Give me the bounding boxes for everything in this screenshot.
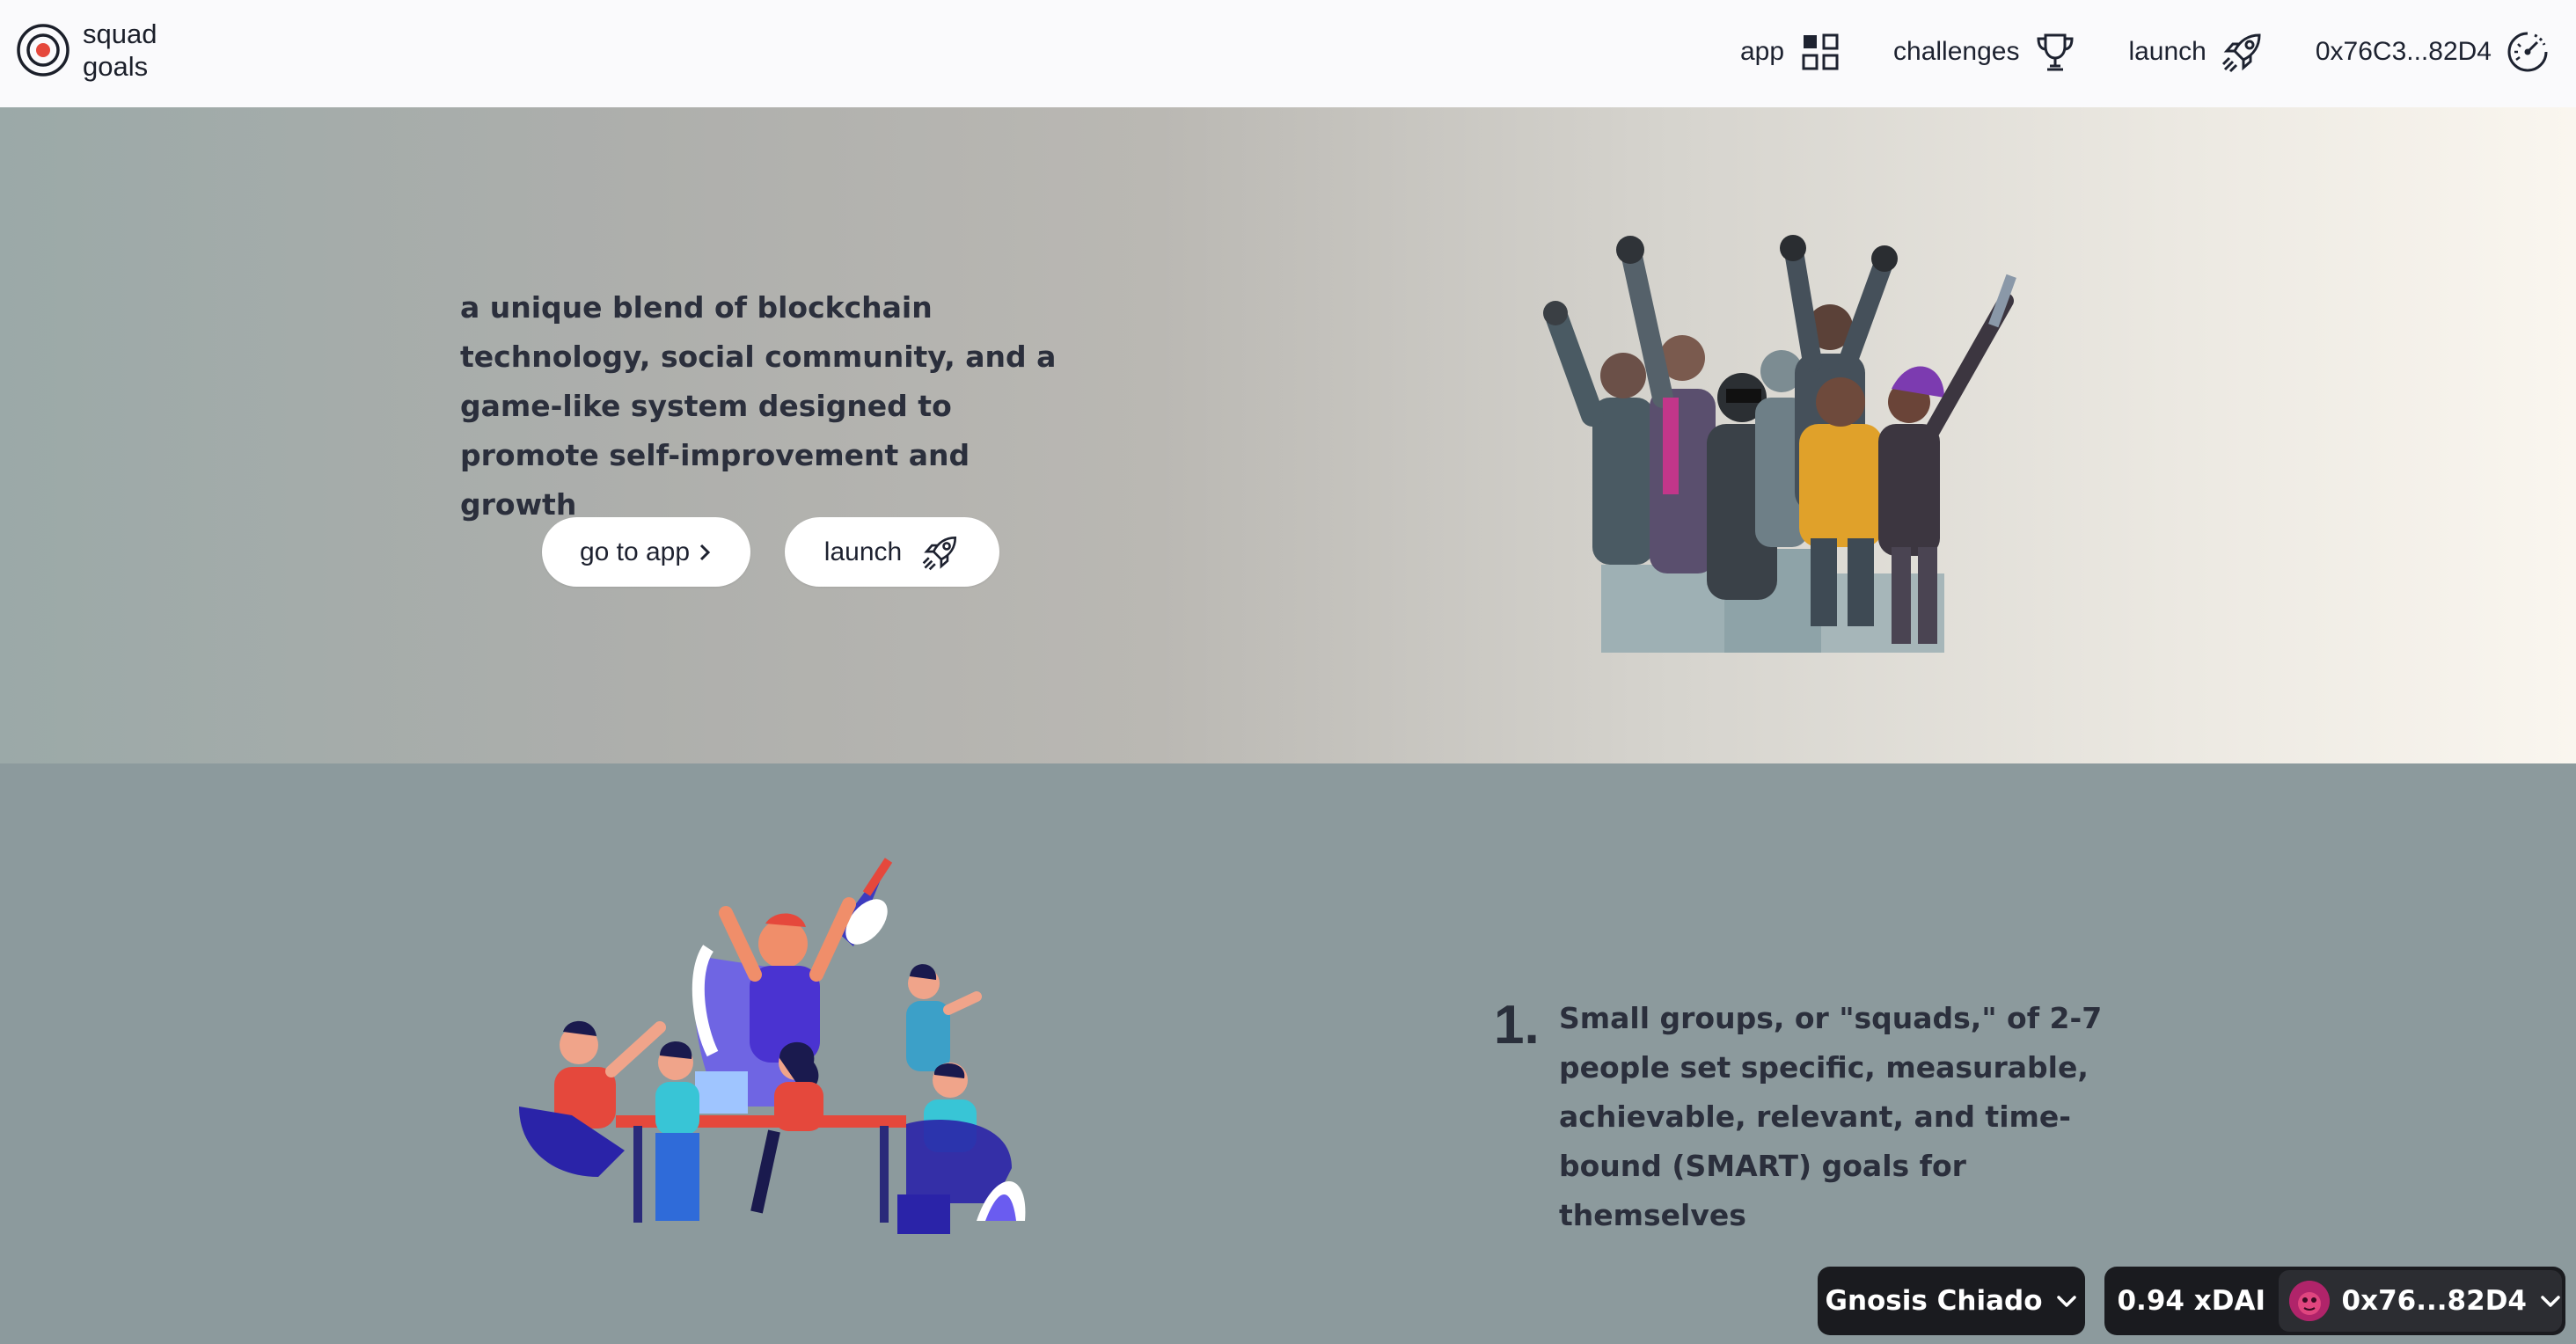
top-navbar: squad goals app challenges launch 0x76C3… xyxy=(0,0,2576,107)
go-to-app-button[interactable]: go to app xyxy=(542,517,750,587)
wallet-account-address: 0x76...82D4 xyxy=(2341,1285,2527,1317)
nav-item-label: launch xyxy=(2128,37,2206,66)
brand-name: squad goals xyxy=(83,18,157,83)
rocket-icon xyxy=(2221,30,2265,74)
hero-section: a unique blend of blockchain technology,… xyxy=(0,107,2576,763)
target-icon xyxy=(17,24,70,77)
wallet-widget: 0.94 xDAI 0x76...82D4 xyxy=(2104,1267,2565,1335)
hero-tagline: a unique blend of blockchain technology,… xyxy=(460,290,1057,522)
nav-item-account[interactable]: 0x76C3...82D4 xyxy=(2316,30,2550,74)
how-it-works-section: 1. Small groups, or "squads," of 2-7 peo… xyxy=(0,763,2576,1344)
avatar xyxy=(2288,1281,2330,1321)
chevron-down-icon xyxy=(2541,1296,2560,1307)
nav-item-label: challenges xyxy=(1893,37,2020,66)
brand-line-2: goals xyxy=(83,51,149,82)
brand-home-link[interactable]: squad goals xyxy=(16,18,157,83)
step-description: Small groups, or "squads," of 2-7 people… xyxy=(1559,1001,2103,1232)
wallet-account-button[interactable]: 0x76...82D4 xyxy=(2278,1270,2562,1332)
wallet-balance-button[interactable]: 0.94 xDAI xyxy=(2104,1267,2279,1335)
chevron-down-icon xyxy=(2056,1296,2076,1307)
main-nav: app challenges launch 0x76C3...82D4 xyxy=(1740,26,2550,77)
nav-item-launch[interactable]: launch xyxy=(2128,30,2264,74)
launch-label: launch xyxy=(823,537,903,566)
trophy-icon xyxy=(2033,30,2077,74)
brand-line-1: squad xyxy=(83,18,157,49)
nav-item-label: app xyxy=(1739,37,1785,66)
grid-icon xyxy=(1798,30,1842,74)
nav-item-app[interactable]: app xyxy=(1740,30,1842,74)
team-collaboration-illustration xyxy=(519,858,1026,1234)
chevron-right-icon xyxy=(700,544,711,560)
nav-item-challenges[interactable]: challenges xyxy=(1893,30,2077,74)
squad-podium-illustration xyxy=(1543,235,2016,653)
wallet-balance: 0.94 xDAI xyxy=(2117,1285,2266,1317)
rocket-icon xyxy=(922,536,957,570)
network-selector-button[interactable]: Gnosis Chiado xyxy=(1818,1267,2085,1335)
go-to-app-label: go to app xyxy=(579,537,691,566)
dashboard-gauge-icon xyxy=(2506,30,2550,74)
launch-button[interactable]: launch xyxy=(785,517,999,587)
step-number: 1. xyxy=(1494,995,1540,1055)
network-name: Gnosis Chiado xyxy=(1825,1285,2043,1317)
nav-item-label: 0x76C3...82D4 xyxy=(2315,37,2492,66)
